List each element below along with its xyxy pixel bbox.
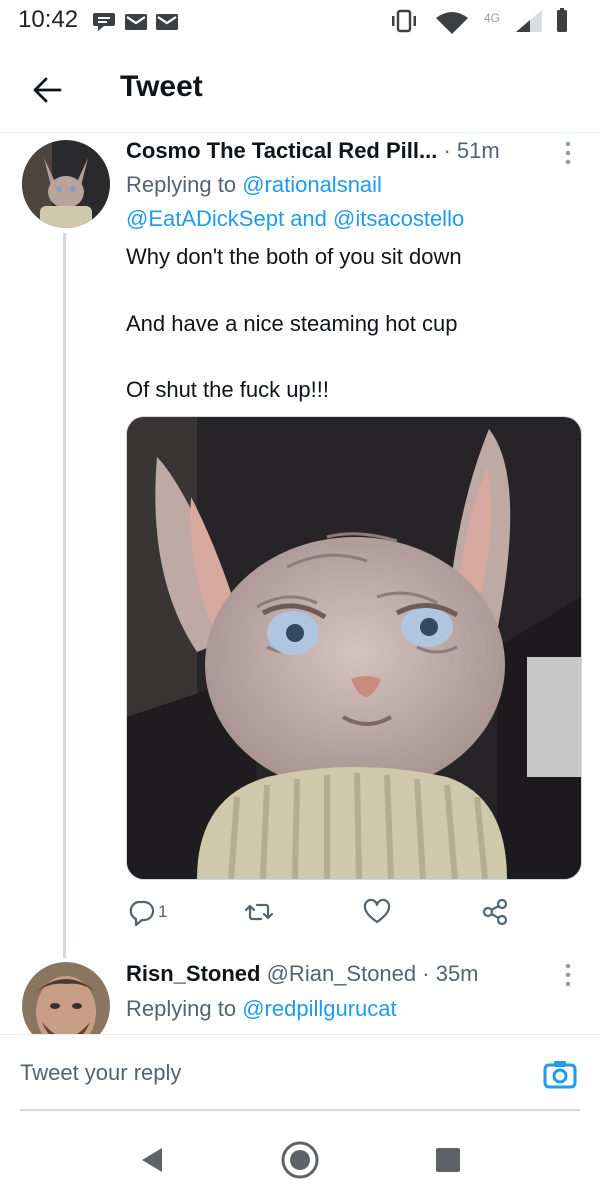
mention-link[interactable]: @EatADickSept xyxy=(126,206,284,231)
app-header: Tweet xyxy=(0,48,600,133)
arrow-left-icon xyxy=(33,77,62,103)
replying-to-line-1: Replying to @rationalsnail xyxy=(126,172,382,198)
mention-link[interactable]: @itsacostello xyxy=(333,206,464,231)
vibrate-icon xyxy=(392,9,416,33)
replying-to-label: Replying to xyxy=(126,172,237,197)
camera-icon xyxy=(543,1061,577,1089)
retweet-button[interactable] xyxy=(244,890,274,934)
input-underline xyxy=(20,1109,580,1111)
replying-to-line-2: @EatADickSept and @itsacostello xyxy=(126,206,464,232)
tweet-timestamp: · 51m xyxy=(443,138,500,163)
mention-link[interactable]: @rationalsnail xyxy=(242,172,382,197)
mail-icon xyxy=(156,14,178,30)
status-system-icons: 4G xyxy=(392,6,582,41)
reply-icon xyxy=(129,900,155,927)
more-vertical-icon xyxy=(565,963,571,987)
wifi-icon xyxy=(436,12,468,34)
avatar[interactable] xyxy=(22,140,110,228)
camera-button[interactable] xyxy=(540,1055,580,1095)
thread-connector-line xyxy=(63,233,66,958)
reply-input[interactable]: Tweet your reply xyxy=(20,1035,480,1111)
tweet-actions: 1 xyxy=(126,890,566,934)
share-button[interactable] xyxy=(480,890,510,934)
tweet-text-line: And have a nice steaming hot cup xyxy=(126,311,458,336)
tweet-text-line: Why don't the both of you sit down xyxy=(126,244,462,269)
network-type-label: 4G xyxy=(484,11,500,25)
display-name[interactable]: Risn_Stoned xyxy=(126,961,260,986)
system-navigation-bar xyxy=(0,1118,600,1200)
nav-back-button[interactable] xyxy=(130,1138,174,1182)
page-title: Tweet xyxy=(120,70,203,103)
mention-link[interactable]: @redpillgurucat xyxy=(242,996,396,1021)
nav-home-button[interactable] xyxy=(278,1138,322,1182)
more-options-button[interactable] xyxy=(556,960,580,990)
retweet-icon xyxy=(244,903,274,921)
replying-to-line: Replying to @redpillgurucat xyxy=(126,996,397,1022)
nav-recents-button[interactable] xyxy=(426,1138,470,1182)
user-handle[interactable]: @Rian_Stoned xyxy=(267,961,417,986)
share-icon xyxy=(482,898,508,926)
status-bar: 10:42 4G xyxy=(0,0,600,40)
recents-square-icon xyxy=(436,1148,460,1172)
tweet-header: Cosmo The Tactical Red Pill... · 51m xyxy=(126,138,500,164)
reply-button[interactable]: 1 xyxy=(126,890,167,934)
tweet-header: Risn_Stoned @Rian_Stoned · 35m xyxy=(126,961,479,987)
home-circle-icon xyxy=(281,1141,319,1179)
chat-icon xyxy=(93,13,115,31)
back-button[interactable] xyxy=(24,68,72,112)
status-time: 10:42 xyxy=(18,6,79,33)
reply-count: 1 xyxy=(158,902,168,921)
tweet-text-line: Of shut the fuck up!!! xyxy=(126,377,329,402)
battery-icon xyxy=(557,8,567,32)
heart-icon xyxy=(363,898,391,924)
signal-icon xyxy=(516,10,542,32)
back-triangle-icon xyxy=(142,1148,162,1172)
tweet-timestamp: · 35m xyxy=(422,961,479,986)
more-options-button[interactable] xyxy=(556,138,580,168)
more-vertical-icon xyxy=(565,141,571,165)
mail-icon xyxy=(125,14,147,30)
display-name[interactable]: Cosmo The Tactical Red Pill... xyxy=(126,138,437,163)
replying-to-label: Replying to xyxy=(126,996,237,1021)
and-word: and xyxy=(290,206,327,231)
reply-compose-bar: Tweet your reply xyxy=(0,1034,600,1111)
tweet-image[interactable] xyxy=(126,416,582,880)
status-notification-icons xyxy=(92,9,182,38)
like-button[interactable] xyxy=(362,890,392,934)
